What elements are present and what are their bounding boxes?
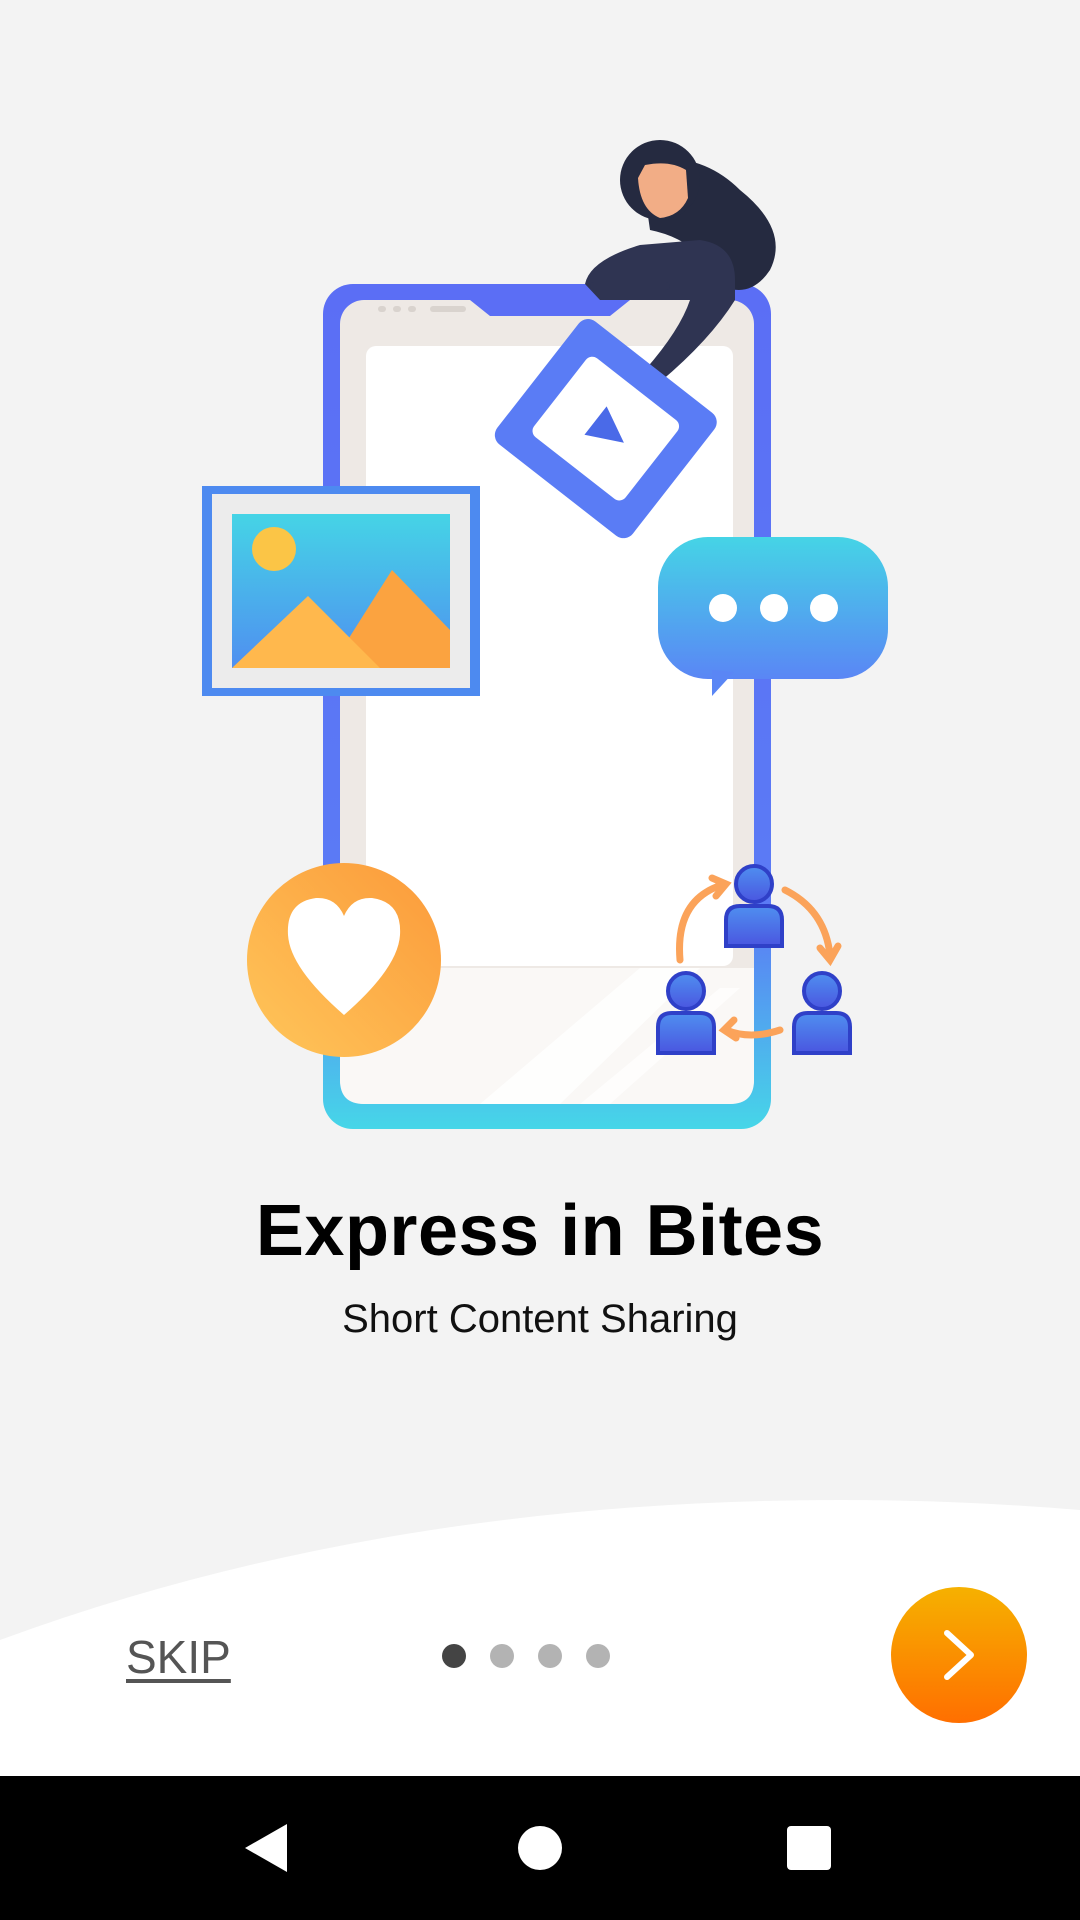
next-button[interactable] [891, 1587, 1027, 1723]
chevron-right-icon [944, 1630, 974, 1680]
page-dot-1 [442, 1644, 466, 1668]
chat-bubble-graphic [658, 537, 888, 696]
picture-frame-graphic [202, 486, 480, 696]
home-circle-icon [518, 1826, 562, 1870]
page-title: Express in Bites [255, 1191, 825, 1271]
skip-button[interactable]: SKIP [126, 1630, 231, 1684]
page-subtitle: Short Content Sharing [342, 1297, 738, 1341]
nav-recents-button[interactable] [773, 1776, 845, 1920]
heart-circle-graphic [247, 863, 441, 1057]
onboarding-illustration [202, 140, 888, 1129]
nav-home-button[interactable] [504, 1776, 576, 1920]
nav-back-button[interactable] [230, 1776, 302, 1920]
page-dot-4 [586, 1644, 610, 1668]
page-dot-3 [538, 1644, 562, 1668]
back-triangle-icon [245, 1824, 287, 1872]
page-indicator [442, 1644, 610, 1668]
onboarding-screen: Express in Bites Short Content Sharing S… [0, 0, 1080, 1920]
system-navigation-bar [0, 1776, 1080, 1920]
recents-square-icon [787, 1826, 831, 1870]
page-dot-2 [490, 1644, 514, 1668]
